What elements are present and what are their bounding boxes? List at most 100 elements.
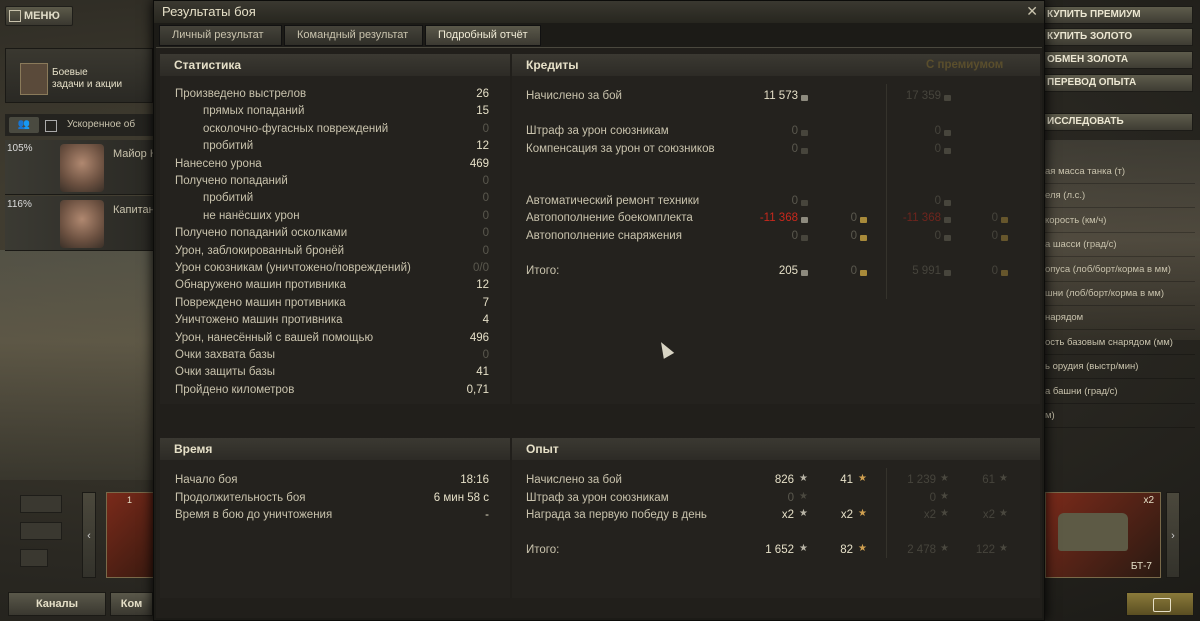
tank-param-row: еля (л.с.)	[1045, 185, 1195, 209]
tank-param-row: м)	[1045, 405, 1195, 428]
premium-credit-value: 0	[934, 125, 941, 137]
exp-star-icon: ★	[940, 491, 949, 502]
crew-filter-bar: 👥 Ускоренное об	[5, 114, 153, 136]
stat-label: Урон, нанесённый с вашей помощью	[175, 331, 374, 344]
tank-card[interactable]: 1	[106, 492, 155, 578]
exp-value: x2	[781, 509, 794, 521]
accelerated-training-label: Ускоренное об	[67, 119, 136, 130]
premium-credit-value: 0	[934, 230, 941, 242]
accelerated-training-checkbox[interactable]	[45, 120, 57, 132]
crew-skill-pct: 105%	[7, 143, 33, 154]
company-button[interactable]: Ком	[110, 592, 153, 616]
credits-icon	[944, 270, 951, 276]
tank-card-selected[interactable]: x2 БТ-7	[1045, 492, 1161, 578]
crew-member-2[interactable]: 116% Капитан	[5, 196, 155, 251]
close-icon[interactable]: ✕	[1026, 3, 1038, 20]
carousel-left-arrow[interactable]: ‹	[82, 492, 96, 578]
tank-xp-multiplier: x2	[1143, 495, 1154, 506]
credits-icon	[801, 217, 808, 223]
research-button[interactable]: ИССЛЕДОВАТЬ	[1040, 113, 1193, 131]
credit-label: Итого:	[526, 265, 560, 277]
credit-label: Начислено за бой	[526, 90, 622, 102]
exchange-gold-button[interactable]: ОБМЕН ЗОЛОТА	[1040, 51, 1193, 69]
type-filter-dropdown[interactable]	[20, 522, 62, 540]
channels-button[interactable]: Каналы	[8, 592, 106, 616]
results-tabs: Личный результат Командный результат Под…	[159, 25, 541, 46]
stat-label: Уничтожено машин противника	[175, 314, 343, 327]
free-exp-value: x2	[840, 509, 853, 521]
credit-value: 0	[791, 143, 798, 155]
crew-member-1[interactable]: 105% Майор К	[5, 140, 157, 195]
credits-icon	[801, 95, 808, 101]
stat-label: не нанёсших урон	[203, 209, 300, 222]
stat-label: Урон, заблокированный бронёй	[175, 244, 345, 257]
tab-detailed[interactable]: Подробный отчёт	[425, 25, 541, 46]
stat-value: 12	[476, 279, 489, 292]
stat-value: 0	[482, 122, 489, 135]
credit-label: Штраф за урон союзникам	[526, 125, 669, 137]
stat-label: Произведено выстрелов	[175, 88, 307, 100]
premium-free-exp-value: 61	[982, 474, 995, 486]
stat-label: Получено попаданий	[175, 175, 288, 187]
chat-icon	[1153, 598, 1171, 612]
stat-label: Повреждено машин противника	[175, 296, 346, 309]
premium-credit-value: 5 991	[912, 265, 941, 277]
premium-exp-value: 2 478	[907, 544, 936, 556]
garage-scene-left	[0, 250, 155, 480]
stat-label: Обнаружено машин противника	[175, 279, 346, 292]
window-title: Результаты боя	[154, 1, 1044, 23]
buy-premium-button[interactable]: КУПИТЬ ПРЕМИУМ	[1040, 6, 1193, 24]
credits-icon	[944, 235, 951, 241]
exp-star-icon: ★	[940, 543, 949, 554]
stat-value: 12	[476, 140, 489, 153]
tank-param-row: а башни (град/с)	[1045, 381, 1195, 404]
tank-param-row: ая масса танка (т)	[1045, 161, 1195, 184]
stat-value: 41	[476, 366, 489, 379]
stat-value: 0	[482, 244, 489, 257]
experience-panel: Опыт Начислено за бой 826 ★ 41 ★ 1 239 ★ 61 ★ Штр…	[512, 438, 1040, 598]
time-label: Продолжительность боя	[175, 491, 306, 504]
credits-icon	[944, 217, 951, 223]
tank-card-count: 1	[127, 495, 133, 505]
stat-value: 0,71	[466, 383, 489, 396]
time-label: Время в бою до уничтожения	[175, 509, 333, 521]
tank-param-row: ь орудия (выстр/мин)	[1045, 356, 1195, 380]
exp-star-icon: ★	[799, 508, 808, 519]
credit-value: 0	[791, 230, 798, 242]
gold-icon	[860, 217, 867, 223]
buy-gold-button[interactable]: КУПИТЬ ЗОЛОТО	[1040, 28, 1193, 46]
premium-exp-value: x2	[923, 509, 936, 521]
tab-personal[interactable]: Личный результат	[159, 25, 282, 46]
premium-gold-value: 0	[991, 230, 998, 242]
credit-label: Автопополнение снаряжения	[526, 230, 682, 242]
premium-filter-button[interactable]	[20, 549, 48, 567]
credits-divider	[886, 84, 887, 299]
nation-filter-dropdown[interactable]	[20, 495, 62, 513]
stat-label: Урон союзникам (уничтожено/повреждений)	[175, 262, 411, 274]
time-value: 18:16	[460, 474, 489, 486]
stat-value: 26	[476, 88, 489, 100]
stat-value: 15	[476, 105, 489, 118]
carousel-right-arrow[interactable]: ›	[1166, 492, 1180, 578]
free-exp-star-icon: ★	[999, 508, 1008, 519]
premium-credit-value: 0	[934, 143, 941, 155]
stat-value: 0	[482, 175, 489, 187]
chat-button[interactable]	[1126, 592, 1194, 616]
free-exp-value: 41	[840, 474, 853, 486]
crew-name: Майор К	[113, 148, 157, 160]
menu-icon	[9, 10, 21, 22]
free-exp-star-icon: ★	[999, 473, 1008, 484]
menu-button[interactable]: МЕНЮ	[5, 6, 73, 26]
crew-group-icon[interactable]: 👥	[9, 117, 39, 133]
tab-team[interactable]: Командный результат	[284, 25, 423, 46]
exp-divider	[886, 468, 887, 558]
exp-star-icon: ★	[799, 543, 808, 554]
tank-param-row: опуса (лоб/борт/корма в мм)	[1045, 259, 1195, 282]
tank-param-row: ость базовым снарядом (мм)	[1045, 332, 1195, 355]
quests-button[interactable]: Боевые задачи и акции	[5, 48, 153, 103]
gold-icon	[860, 270, 867, 276]
convert-xp-button[interactable]: ПЕРЕВОД ОПЫТА	[1040, 74, 1193, 92]
tank-param-row: корость (км/ч)	[1045, 210, 1195, 233]
credits-icon	[944, 148, 951, 154]
free-exp-star-icon: ★	[858, 473, 867, 484]
